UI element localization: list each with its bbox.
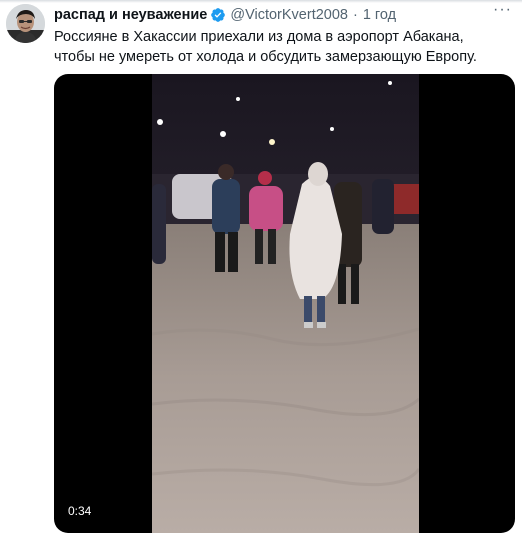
divider bbox=[0, 0, 522, 3]
video-duration: 0:34 bbox=[63, 502, 97, 521]
separator-dot: · bbox=[352, 7, 358, 23]
video-thumbnail bbox=[152, 74, 419, 533]
user-handle[interactable]: @VictorKvert2008 bbox=[230, 6, 348, 24]
tweet[interactable]: распад и неуважение @VictorKvert2008 · 1… bbox=[0, 0, 522, 541]
video-player[interactable]: 0:34 bbox=[54, 74, 515, 533]
more-options-icon[interactable]: ··· bbox=[493, 2, 512, 18]
video-frame bbox=[152, 74, 419, 533]
avatar-photo bbox=[6, 4, 45, 43]
verified-badge-icon bbox=[210, 7, 226, 23]
avatar[interactable] bbox=[6, 4, 45, 43]
display-name[interactable]: распад и неуважение bbox=[54, 6, 207, 24]
timestamp[interactable]: 1 год bbox=[363, 6, 396, 24]
tweet-header: распад и неуважение @VictorKvert2008 · 1… bbox=[54, 6, 396, 24]
tweet-text: Россияне в Хакассии приехали из дома в а… bbox=[54, 29, 477, 65]
